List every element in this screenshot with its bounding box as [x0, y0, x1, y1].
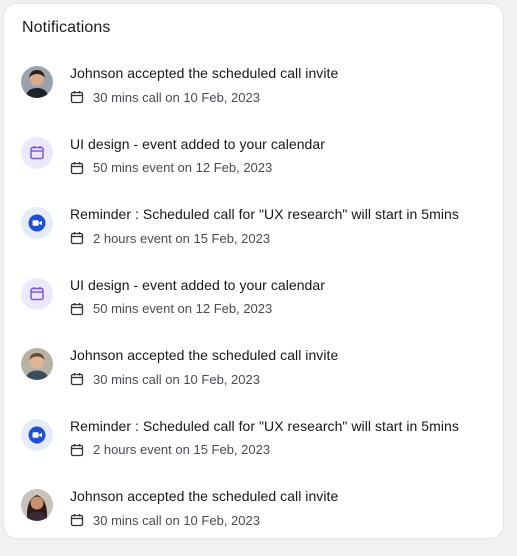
notification-title: UI design - event added to your calendar [70, 276, 325, 293]
notification-item[interactable]: UI design - event added to your calendar… [4, 274, 503, 345]
notification-meta: 30 mins call on 10 Feb, 2023 [93, 512, 260, 528]
calendar-icon [70, 161, 84, 174]
notification-title: Johnson accepted the scheduled call invi… [70, 488, 339, 504]
calendar-icon [70, 373, 84, 386]
notification-item[interactable]: Johnson accepted the scheduled call invi… [4, 62, 503, 133]
video-camera-icon [21, 207, 53, 239]
calendar-icon [70, 443, 84, 456]
notification-item[interactable]: Johnson accepted the scheduled call invi… [4, 344, 503, 415]
notification-meta: 2 hours event on 15 Feb, 2023 [93, 230, 271, 246]
notification-meta: 30 mins call on 10 Feb, 2023 [93, 89, 260, 105]
notification-title: Reminder : Scheduled call for "UX resear… [70, 206, 459, 222]
notification-item[interactable]: Johnson accepted the scheduled call invi… [4, 485, 503, 556]
calendar-icon [21, 136, 53, 169]
notification-title: UI design - event added to your calendar [70, 135, 325, 152]
video-badge [21, 207, 53, 239]
panel-title: Notifications [22, 19, 111, 36]
calendar-icon [70, 302, 84, 315]
calendar-badge [21, 136, 53, 169]
calendar-icon [70, 514, 84, 527]
notification-item[interactable]: Reminder : Scheduled call for "UX resear… [4, 203, 503, 274]
avatar [21, 489, 53, 521]
calendar-badge [21, 277, 53, 310]
notification-item[interactable]: Reminder : Scheduled call for "UX resear… [4, 415, 503, 486]
calendar-icon [21, 277, 53, 310]
avatar [21, 66, 53, 98]
notification-meta: 50 mins event on 12 Feb, 2023 [93, 160, 273, 175]
calendar-icon [70, 232, 84, 245]
notification-title: Johnson accepted the scheduled call invi… [70, 65, 339, 81]
video-camera-icon [21, 418, 53, 451]
notification-meta: 2 hours event on 15 Feb, 2023 [93, 442, 271, 457]
notification-item[interactable]: UI design - event added to your calendar… [4, 133, 503, 204]
notification-list: Johnson accepted the scheduled call invi… [4, 62, 503, 556]
calendar-icon [70, 91, 84, 104]
notification-meta: 30 mins call on 10 Feb, 2023 [93, 371, 260, 387]
video-badge [21, 418, 53, 451]
notification-meta: 50 mins event on 12 Feb, 2023 [93, 301, 273, 316]
avatar [21, 348, 53, 380]
notification-title: Johnson accepted the scheduled call invi… [70, 347, 339, 363]
notification-title: Reminder : Scheduled call for "UX resear… [70, 417, 459, 434]
notifications-panel: Notifications Johnson accepted the sched… [3, 3, 504, 539]
